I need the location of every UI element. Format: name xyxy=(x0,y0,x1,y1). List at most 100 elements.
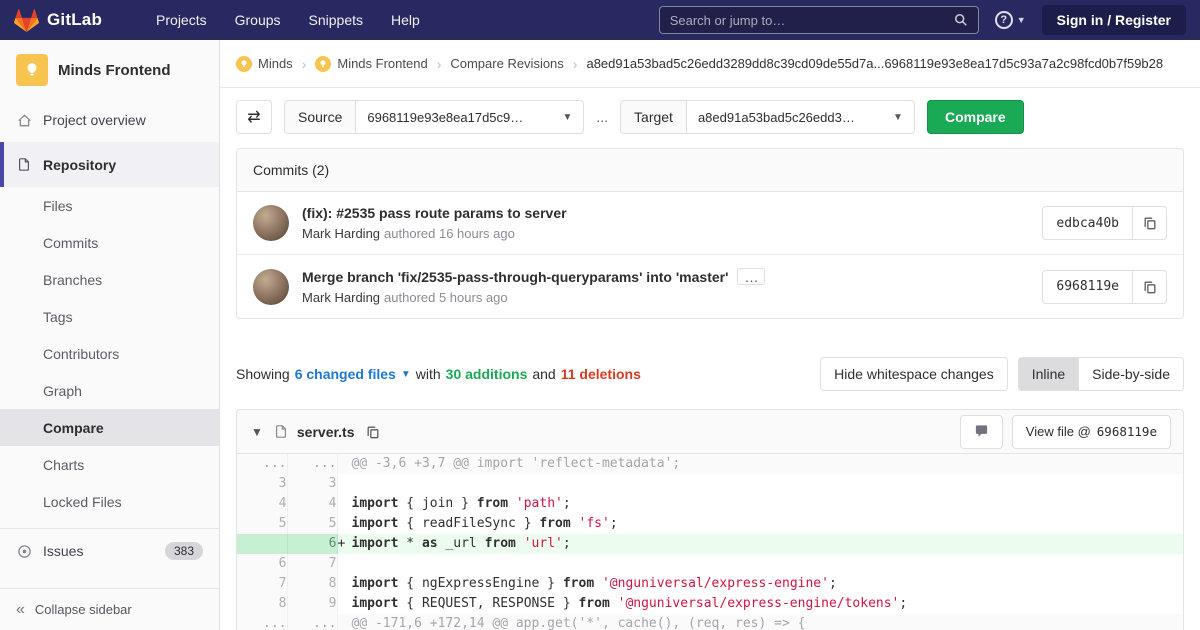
sidebar-item-graph[interactable]: Graph xyxy=(0,372,219,409)
nav-snippets[interactable]: Snippets xyxy=(299,8,373,32)
source-branch-dropdown[interactable]: 6968119e93e8ea17d5c9… ▼ xyxy=(356,100,584,134)
page-content: ⇄ Source 6968119e93e8ea17d5c9… ▼ ... Tar… xyxy=(220,88,1200,630)
diff-line: ......@@ -171,6 +172,14 @@ app.get('*', … xyxy=(237,614,1183,630)
swap-revisions-button[interactable]: ⇄ xyxy=(236,100,272,134)
commit-meta-text: authored 5 hours ago xyxy=(384,290,508,305)
nav-help[interactable]: Help xyxy=(381,8,430,32)
changed-files-dropdown[interactable]: 6 changed files ▼ xyxy=(295,366,411,382)
comment-icon xyxy=(974,424,989,439)
project-avatar xyxy=(16,54,48,86)
commit-title-link[interactable]: (fix): #2535 pass route params to server xyxy=(302,205,567,221)
global-search-box[interactable] xyxy=(659,6,979,34)
main-nav: Projects Groups Snippets Help xyxy=(146,8,430,32)
commit-sha-button[interactable]: edbca40b xyxy=(1042,206,1133,240)
old-line-number[interactable]: 7 xyxy=(237,574,287,594)
old-line-number[interactable]: 6 xyxy=(237,554,287,574)
sign-in-button[interactable]: Sign in / Register xyxy=(1042,5,1186,35)
copy-sha-button[interactable] xyxy=(1133,270,1167,304)
breadcrumb-minds[interactable]: Minds xyxy=(236,56,293,72)
commit-title-link[interactable]: Merge branch 'fix/2535-pass-through-quer… xyxy=(302,269,728,285)
old-line-number[interactable]: 8 xyxy=(237,594,287,614)
sidebar-item-contributors[interactable]: Contributors xyxy=(0,335,219,372)
old-line-number[interactable]: ... xyxy=(237,614,287,630)
commit-author-avatar[interactable] xyxy=(253,205,289,241)
old-line-number[interactable]: ... xyxy=(237,454,287,474)
view-file-button[interactable]: View file @ 6968119e xyxy=(1012,415,1171,449)
new-line-number[interactable]: ... xyxy=(287,454,337,474)
commit-sha-button[interactable]: 6968119e xyxy=(1042,270,1133,304)
search-input[interactable] xyxy=(670,13,946,28)
commit-meta-text: authored 16 hours ago xyxy=(384,226,515,241)
sidebar-item-label: Compare xyxy=(43,420,104,436)
sidebar-item-files[interactable]: Files xyxy=(0,187,219,224)
sidebar-item-tags[interactable]: Tags xyxy=(0,298,219,335)
old-line-number[interactable]: 3 xyxy=(237,474,287,494)
sidebar-item-label: Graph xyxy=(43,383,82,399)
and-label: and xyxy=(532,366,555,382)
help-dropdown[interactable]: ? ▼ xyxy=(995,11,1026,29)
sidebar-item-label: Commits xyxy=(43,235,98,251)
sidebar-item-locked-files[interactable]: Locked Files xyxy=(0,483,219,520)
breadcrumb-label: Compare Revisions xyxy=(450,56,563,71)
commit-author-link[interactable]: Mark Harding xyxy=(302,290,380,305)
hide-whitespace-button[interactable]: Hide whitespace changes xyxy=(820,357,1008,391)
commit-row: (fix): #2535 pass route params to server… xyxy=(237,192,1183,254)
new-line-number[interactable]: ... xyxy=(287,614,337,630)
diff-file-name[interactable]: server.ts xyxy=(297,424,355,440)
side-by-side-view-button[interactable]: Side-by-side xyxy=(1079,357,1184,391)
sidebar-item-project-overview[interactable]: Project overview xyxy=(0,98,219,142)
file-icon xyxy=(274,424,288,439)
commits-panel: Commits (2) (fix): #2535 pass route para… xyxy=(236,148,1184,319)
swap-icon: ⇄ xyxy=(247,107,260,127)
collapse-diff-button[interactable]: ▼ xyxy=(249,423,265,441)
old-line-number[interactable] xyxy=(237,534,287,554)
sidebar-item-branches[interactable]: Branches xyxy=(0,261,219,298)
gitlab-home-link[interactable]: GitLab xyxy=(14,8,102,33)
diff-line: 33 xyxy=(237,474,1183,494)
search-icon xyxy=(954,13,968,27)
showing-label: Showing xyxy=(236,366,290,382)
new-line-number[interactable]: 3 xyxy=(287,474,337,494)
diff-view-mode-group: Inline Side-by-side xyxy=(1018,357,1184,391)
copy-icon xyxy=(1143,216,1157,230)
new-line-number[interactable]: 7 xyxy=(287,554,337,574)
commit-author-link[interactable]: Mark Harding xyxy=(302,226,380,241)
sidebar-item-charts[interactable]: Charts xyxy=(0,446,219,483)
new-line-number[interactable]: 9 xyxy=(287,594,337,614)
nav-projects[interactable]: Projects xyxy=(146,8,217,32)
copy-icon xyxy=(1143,280,1157,294)
toggle-commit-description-button[interactable]: … xyxy=(737,268,765,285)
target-branch-dropdown[interactable]: a8ed91a53bad5c26edd3… ▼ xyxy=(687,100,915,134)
home-icon xyxy=(16,112,32,128)
nav-groups[interactable]: Groups xyxy=(225,8,291,32)
breadcrumb-label: Minds xyxy=(258,56,293,71)
sidebar-item-issues[interactable]: Issues 383 xyxy=(0,529,219,573)
sidebar-item-compare[interactable]: Compare xyxy=(0,409,219,446)
old-line-number[interactable]: 4 xyxy=(237,494,287,514)
diff-line: 6+import * as _url from 'url'; xyxy=(237,534,1183,554)
new-line-number[interactable]: 8 xyxy=(287,574,337,594)
old-line-number[interactable]: 5 xyxy=(237,514,287,534)
sidebar-item-commits[interactable]: Commits xyxy=(0,224,219,261)
toggle-comments-button[interactable] xyxy=(960,415,1003,449)
commit-author-avatar[interactable] xyxy=(253,269,289,305)
collapse-sidebar-button[interactable]: « Collapse sidebar xyxy=(0,588,219,630)
new-line-number[interactable]: 5 xyxy=(287,514,337,534)
sidebar-project-link[interactable]: Minds Frontend xyxy=(0,40,219,98)
breadcrumb-minds-frontend[interactable]: Minds Frontend xyxy=(315,56,427,72)
diff-line: 55import { readFileSync } from 'fs'; xyxy=(237,514,1183,534)
sidebar-item-repository[interactable]: Repository xyxy=(0,142,219,187)
copy-file-path-button[interactable] xyxy=(364,425,382,439)
inline-view-button[interactable]: Inline xyxy=(1018,357,1079,391)
new-line-number[interactable]: 6 xyxy=(287,534,337,554)
breadcrumb-compare-revisions[interactable]: Compare Revisions xyxy=(450,56,563,71)
target-label: Target xyxy=(620,100,687,134)
copy-icon xyxy=(366,425,380,439)
issues-count-badge: 383 xyxy=(165,542,203,560)
copy-sha-button[interactable] xyxy=(1133,206,1167,240)
project-sidebar: Minds Frontend Project overview Reposito… xyxy=(0,40,220,630)
new-line-number[interactable]: 4 xyxy=(287,494,337,514)
source-value: 6968119e93e8ea17d5c9… xyxy=(367,110,523,125)
commit-sha-group: 6968119e xyxy=(1042,270,1167,304)
compare-button[interactable]: Compare xyxy=(927,100,1024,134)
